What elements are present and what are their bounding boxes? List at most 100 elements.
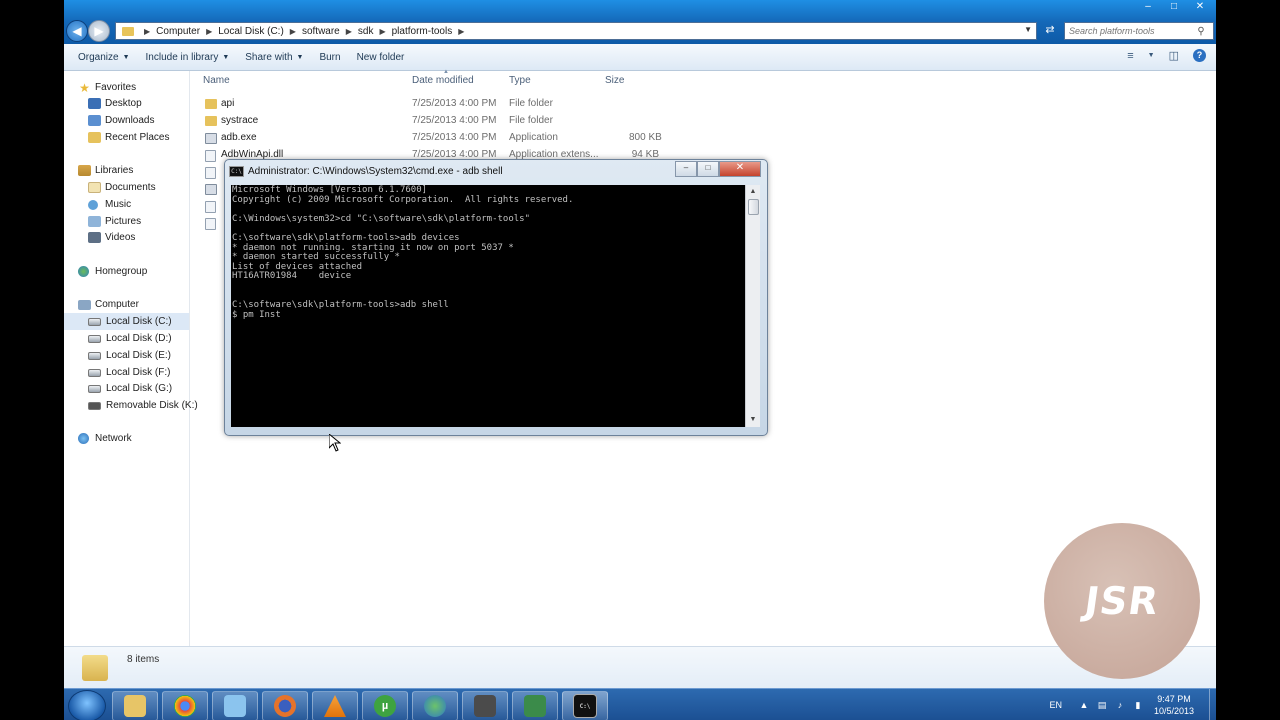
preview-pane-icon[interactable]: ◫ [1169, 49, 1179, 62]
desktop-screen: – □ ✕ ◀ ▶ ▶ Computer ▶ Local Disk (C:) ▶… [64, 0, 1216, 720]
file-date: 7/25/2013 4:00 PM [412, 132, 497, 143]
cmd-scrollbar[interactable]: ▲ ▼ [745, 185, 760, 427]
scrollbar-thumb[interactable] [748, 199, 759, 215]
search-input[interactable] [1065, 24, 1193, 38]
nav-videos[interactable]: Videos [88, 229, 213, 246]
show-hidden-icons-icon[interactable]: ▲ [1078, 700, 1090, 710]
caret-down-icon: ▼ [122, 53, 130, 61]
taskbar-firefox[interactable] [262, 691, 308, 720]
breadcrumb: ▶ Computer ▶ Local Disk (C:) ▶ software … [138, 26, 470, 37]
network-tray-icon[interactable]: ▤ [1096, 700, 1108, 711]
nav-drive-f[interactable]: Local Disk (F:) [88, 364, 213, 381]
show-desktop-button[interactable] [1209, 689, 1216, 720]
taskbar-cmd[interactable]: C:\ [562, 691, 608, 720]
explorer-titlebar: – □ ✕ ◀ ▶ ▶ Computer ▶ Local Disk (C:) ▶… [64, 0, 1216, 44]
nav-recent-places[interactable]: Recent Places [88, 129, 213, 146]
nav-favorites[interactable]: ★ Favorites [78, 79, 203, 96]
nav-homegroup[interactable]: Homegroup [78, 263, 203, 280]
nav-drive-d[interactable]: Local Disk (D:) [88, 330, 213, 347]
file-icon [205, 218, 216, 230]
nav-drive-k[interactable]: Removable Disk (K:) [88, 397, 213, 414]
chevron-down-icon[interactable]: ▼ [1024, 25, 1032, 34]
nav-documents[interactable]: Documents [88, 179, 213, 196]
nav-network[interactable]: Network [78, 430, 203, 447]
column-size[interactable]: Size [605, 75, 624, 86]
cmd-titlebar[interactable]: C:\ Administrator: C:\Windows\System32\c… [229, 164, 503, 178]
column-type[interactable]: Type [509, 75, 531, 86]
breadcrumb-software[interactable]: software [302, 26, 340, 37]
command-bar: Organize ▼ Include in library ▼ Share wi… [64, 44, 1216, 71]
status-bar: 8 items [64, 646, 1216, 689]
cmd-maximize-button[interactable]: □ [697, 161, 719, 177]
nav-drive-e[interactable]: Local Disk (E:) [88, 347, 213, 364]
nav-downloads[interactable]: Downloads [88, 112, 213, 129]
clock[interactable]: 9:47 PM 10/5/2013 [1154, 693, 1194, 717]
caret-down-icon[interactable]: ▼ [1148, 52, 1155, 59]
chevron-right-icon[interactable]: ▶ [290, 27, 296, 36]
breadcrumb-platform-tools[interactable]: platform-tools [392, 26, 453, 37]
taskbar-file-explorer[interactable] [112, 691, 158, 720]
nav-drive-g[interactable]: Local Disk (G:) [88, 380, 213, 397]
maximize-button[interactable]: □ [1166, 0, 1182, 16]
language-indicator[interactable]: EN [1049, 700, 1062, 710]
power-icon[interactable]: ▮ [1132, 700, 1144, 711]
address-bar[interactable]: ▶ Computer ▶ Local Disk (C:) ▶ software … [115, 22, 1037, 40]
forward-button[interactable]: ▶ [88, 20, 110, 42]
nav-drive-e-label: Local Disk (E:) [106, 350, 172, 361]
burn-button[interactable]: Burn [311, 52, 348, 63]
file-type: File folder [509, 115, 553, 126]
organize-button[interactable]: Organize ▼ [70, 52, 138, 63]
close-button[interactable]: ✕ [1192, 0, 1208, 16]
chevron-right-icon[interactable]: ▶ [206, 27, 212, 36]
nav-desktop[interactable]: Desktop [88, 95, 213, 112]
taskbar-terminal[interactable] [512, 691, 558, 720]
nav-computer[interactable]: Computer [78, 296, 203, 313]
nav-drive-g-label: Local Disk (G:) [106, 383, 173, 394]
cmd-minimize-button[interactable]: – [675, 161, 697, 177]
chevron-right-icon[interactable]: ▶ [144, 27, 150, 36]
breadcrumb-computer[interactable]: Computer [156, 26, 200, 37]
chevron-right-icon[interactable]: ▶ [458, 27, 464, 36]
search-box[interactable]: ⚲ [1064, 22, 1214, 40]
include-in-library-button[interactable]: Include in library ▼ [138, 52, 238, 63]
taskbar-app[interactable] [462, 691, 508, 720]
help-icon[interactable]: ? [1193, 49, 1206, 62]
burn-label: Burn [319, 51, 341, 63]
nav-drive-c[interactable]: Local Disk (C:) [64, 313, 189, 330]
chevron-right-icon[interactable]: ▶ [379, 27, 385, 36]
column-date-modified[interactable]: Date modified [412, 75, 474, 86]
breadcrumb-local-disk-c[interactable]: Local Disk (C:) [218, 26, 284, 37]
start-button[interactable] [68, 690, 106, 720]
console-output[interactable]: Microsoft Windows [Version 6.1.7600] Cop… [231, 185, 745, 427]
homegroup-icon [78, 266, 89, 277]
file-row[interactable]: systrace 7/25/2013 4:00 PM File folder [203, 112, 763, 129]
cmd-close-button[interactable]: ✕ [719, 161, 761, 177]
search-icon[interactable]: ⚲ [1193, 26, 1209, 37]
share-with-button[interactable]: Share with ▼ [237, 52, 311, 63]
breadcrumb-sdk[interactable]: sdk [358, 26, 374, 37]
refresh-icon[interactable]: ⇄ [1042, 22, 1058, 38]
nav-music[interactable]: Music [88, 196, 213, 213]
taskbar-chrome[interactable] [162, 691, 208, 720]
chevron-right-icon[interactable]: ▶ [346, 27, 352, 36]
volume-icon[interactable]: ♪ [1114, 700, 1126, 710]
new-folder-button[interactable]: New folder [349, 52, 413, 63]
back-button[interactable]: ◀ [66, 20, 88, 42]
taskbar-notepad[interactable] [212, 691, 258, 720]
caret-down-icon: ▼ [296, 53, 304, 61]
minimize-button[interactable]: – [1140, 0, 1156, 16]
taskbar-globe[interactable] [412, 691, 458, 720]
scroll-up-icon[interactable]: ▲ [746, 185, 760, 199]
taskbar-vlc[interactable] [312, 691, 358, 720]
column-name[interactable]: Name [203, 75, 230, 86]
taskbar-utorrent[interactable]: µ [362, 691, 408, 720]
file-row[interactable]: api 7/25/2013 4:00 PM File folder [203, 95, 763, 112]
cmd-window[interactable]: C:\ Administrator: C:\Windows\System32\c… [224, 159, 768, 436]
nav-libraries[interactable]: Libraries [78, 162, 203, 179]
nav-pictures[interactable]: Pictures [88, 213, 213, 230]
scroll-down-icon[interactable]: ▼ [746, 413, 760, 427]
file-name: api [221, 98, 235, 109]
file-row[interactable]: adb.exe 7/25/2013 4:00 PM Application 80… [203, 129, 763, 146]
view-options-icon[interactable]: ≡ [1127, 50, 1133, 62]
nav-music-label: Music [105, 199, 132, 210]
